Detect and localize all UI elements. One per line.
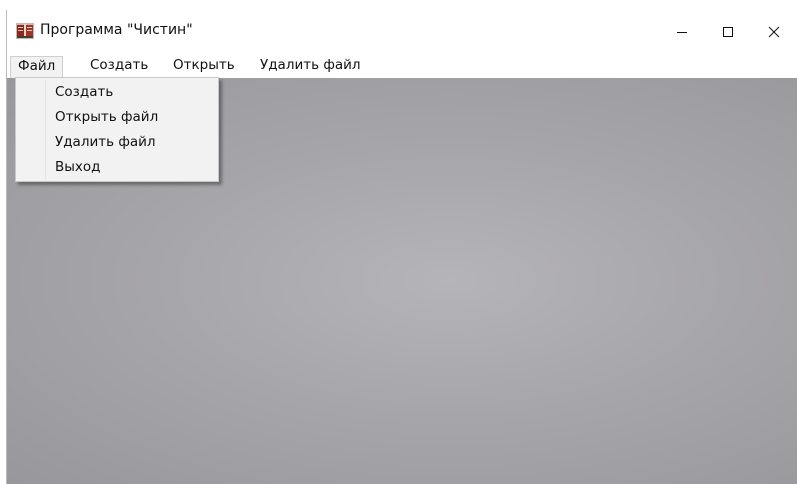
menu-create[interactable]: Создать — [83, 56, 155, 76]
file-menu-item-open-file[interactable]: Открыть файл — [55, 105, 215, 129]
window-title: Программа "Чистин" — [40, 22, 193, 38]
maximize-icon — [723, 27, 733, 37]
file-menu-dropdown: Создать Открыть файл Удалить файл Выход — [15, 77, 219, 182]
menu-delete-file[interactable]: Удалить файл — [253, 56, 368, 76]
title-bar[interactable]: Программа "Чистин" — [7, 10, 797, 54]
minimize-button[interactable] — [659, 10, 705, 54]
maximize-button[interactable] — [705, 10, 751, 54]
menu-file[interactable]: Файл — [10, 56, 64, 78]
menu-bar: Файл Создать Открыть Удалить файл — [7, 54, 797, 78]
close-icon — [768, 26, 780, 38]
menu-gutter — [45, 80, 46, 179]
app-window: Программа "Чистин" Файл Создать Открыть … — [6, 10, 797, 484]
file-menu-item-delete-file[interactable]: Удалить файл — [55, 130, 215, 154]
app-book-icon — [16, 23, 34, 39]
menu-open[interactable]: Открыть — [166, 56, 242, 76]
close-button[interactable] — [751, 10, 797, 54]
minimize-icon — [677, 32, 687, 33]
file-menu-item-exit[interactable]: Выход — [55, 155, 215, 179]
file-menu-item-create[interactable]: Создать — [55, 80, 215, 104]
